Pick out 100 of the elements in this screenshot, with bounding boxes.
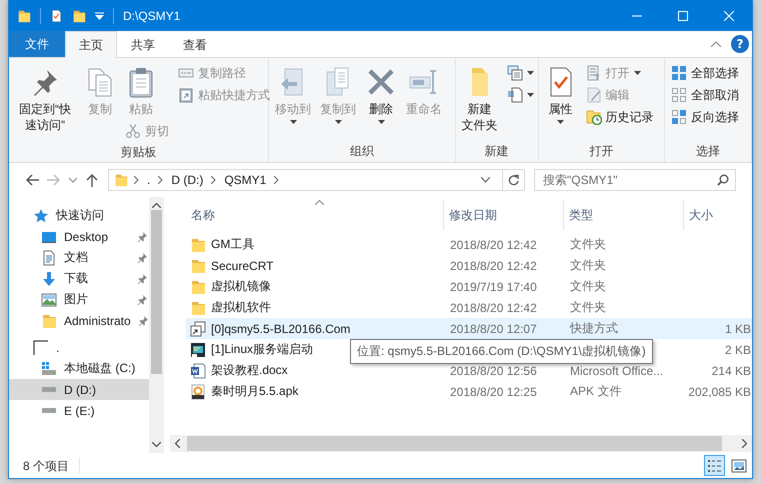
ribbon-button[interactable]: 属性 [540, 62, 581, 127]
chevron-down-icon[interactable] [481, 177, 490, 183]
nav-item[interactable]: 本地磁盘 (C:) [9, 358, 149, 379]
breadcrumb[interactable]: . [145, 173, 152, 187]
console-icon [190, 342, 206, 358]
file-name: 虚拟机镜像 [211, 278, 271, 295]
file-row[interactable]: 秦时明月5.5.apk 2018/8/20 12:25 APK 文件 202,085 KB [186, 381, 752, 402]
ribbon-button[interactable]: 全部取消 [667, 84, 744, 106]
chevron-right-icon[interactable] [211, 176, 216, 184]
help-button[interactable]: ? [731, 35, 749, 53]
file-tab[interactable]: 文件 [9, 31, 65, 57]
file-name: 架设教程.docx [211, 362, 288, 379]
file-size: 202,085 KB [688, 384, 751, 398]
file-type: 快捷方式 [570, 321, 618, 335]
chevron-up-icon[interactable] [152, 203, 161, 208]
modified-date: 2018/8/20 12:56 [450, 364, 537, 378]
breadcrumb[interactable]: D (D:) [169, 173, 206, 187]
corner-lines-icon [33, 340, 49, 356]
drive-icon [41, 387, 57, 392]
nav-item[interactable]: 快速访问 [9, 205, 149, 226]
ribbon-button[interactable]: 反向选择 [667, 106, 744, 128]
nav-item[interactable]: 下载 [9, 268, 149, 289]
ribbon-tab[interactable]: 共享 [117, 31, 169, 58]
file-type: Microsoft Office... [570, 364, 664, 378]
scrollbar-thumb[interactable] [187, 436, 722, 451]
group-label: 选择 [695, 143, 722, 160]
file-row[interactable]: [0]qsmy5.5-BL20166.Com 2018/8/20 12:07 快捷方式 1 KB [186, 318, 752, 339]
grid-icon [671, 65, 688, 81]
file-row[interactable]: 虚拟机软件 2018/8/20 12:42 文件夹 [186, 297, 752, 318]
ribbon-button[interactable]: 全部选择 [667, 62, 744, 84]
group-label: 剪贴板 [120, 144, 158, 160]
chevron-down-icon[interactable] [152, 442, 161, 447]
modified-date: 2019/7/19 17:40 [450, 280, 537, 294]
breadcrumb[interactable]: QSMY1 [222, 173, 268, 187]
ribbon-tab[interactable]: 主页 [65, 31, 117, 58]
folder-icon [190, 258, 206, 274]
column-header[interactable]: 大小 [684, 200, 752, 230]
chevron-right-icon[interactable] [742, 439, 747, 448]
nav-item[interactable]: Administrato [9, 310, 149, 331]
file-type: 文件夹 [570, 300, 606, 314]
up-arrow-icon [85, 173, 99, 187]
file-row[interactable]: 虚拟机镜像 2019/7/19 17:40 文件夹 [186, 276, 752, 297]
nav-item[interactable]: . [9, 337, 149, 358]
tooltip: 位置: qsmy5.5-BL20166.Com (D:\QSMY1\虚拟机镜像) [350, 339, 653, 364]
chevron-right-icon[interactable] [158, 176, 164, 184]
drive-icon [41, 362, 57, 376]
grid-outline-icon [671, 87, 688, 103]
customize-dropdown-icon[interactable] [95, 12, 104, 20]
maximize-icon [678, 10, 688, 20]
chevron-right-icon[interactable] [274, 176, 280, 184]
picture-icon [730, 458, 746, 474]
scissors-icon [125, 123, 141, 139]
nav-item[interactable]: D (D:) [9, 379, 149, 400]
group-label: 新建 [484, 143, 510, 160]
modified-date: 2018/8/20 12:42 [450, 300, 537, 314]
ribbon-tab[interactable]: 查看 [169, 31, 221, 58]
folder-icon [190, 236, 206, 252]
file-name: [1]Linux服务端启动 [211, 341, 314, 358]
file-row[interactable]: GM工具 2018/8/20 12:42 文件夹 [186, 234, 752, 255]
pencil-page-icon [586, 87, 602, 103]
refresh-icon[interactable] [508, 174, 519, 186]
list-icon [586, 65, 602, 81]
checkmark-page-icon[interactable] [50, 8, 63, 24]
file-type: 文件夹 [570, 258, 606, 272]
ribbon-button[interactable]: 固定到“快速访问” [11, 62, 79, 136]
column-header[interactable]: 修改日期 [444, 200, 564, 230]
scrollbar-thumb[interactable] [151, 210, 162, 374]
chevron-up-icon[interactable] [711, 41, 721, 47]
modified-date: 2018/8/20 12:07 [450, 322, 537, 336]
folder-icon [190, 278, 206, 294]
file-type: 文件夹 [570, 237, 606, 251]
file-size: 214 KB [712, 364, 751, 378]
nav-item[interactable]: E (E:) [9, 400, 149, 421]
file-name: [0]qsmy5.5-BL20166.Com [211, 322, 350, 336]
right-arrow-icon [47, 173, 61, 187]
chevron-left-icon[interactable] [175, 439, 180, 448]
horizontal-scrollbar[interactable] [170, 435, 752, 452]
item-count: 8 个项目 [23, 458, 80, 474]
star-icon [33, 208, 49, 224]
list-icon [706, 458, 722, 474]
vertical-scrollbar[interactable] [149, 197, 164, 453]
package-icon [190, 384, 206, 400]
ribbon-button[interactable]: 新建文件夹 [458, 62, 502, 136]
nav-item[interactable]: 文档 [9, 247, 149, 268]
details-view-button[interactable] [704, 455, 725, 476]
column-header[interactable]: 类型 [564, 200, 684, 230]
modified-date: 2018/8/20 12:42 [450, 258, 537, 272]
column-header[interactable]: 名称 [186, 200, 444, 230]
file-row[interactable]: SecureCRT 2018/8/20 12:42 文件夹 [186, 255, 752, 276]
file-name: 虚拟机软件 [211, 299, 271, 316]
page-list-icon [506, 87, 523, 103]
nav-item[interactable]: 图片 [9, 289, 149, 310]
chevron-right-icon[interactable] [134, 176, 139, 184]
search-field[interactable]: 搜索"QSMY1" [534, 169, 736, 191]
ribbon-button[interactable]: 删除 [361, 62, 401, 127]
ribbon-button[interactable]: 历史记录 [582, 106, 658, 128]
window-title: D:\QSMY1 [123, 8, 182, 22]
nav-item[interactable]: Desktop [9, 226, 149, 247]
address-field[interactable]: . D (D:) QSMY1 [108, 169, 525, 191]
file-name: 秦时明月5.5.apk [211, 383, 298, 400]
